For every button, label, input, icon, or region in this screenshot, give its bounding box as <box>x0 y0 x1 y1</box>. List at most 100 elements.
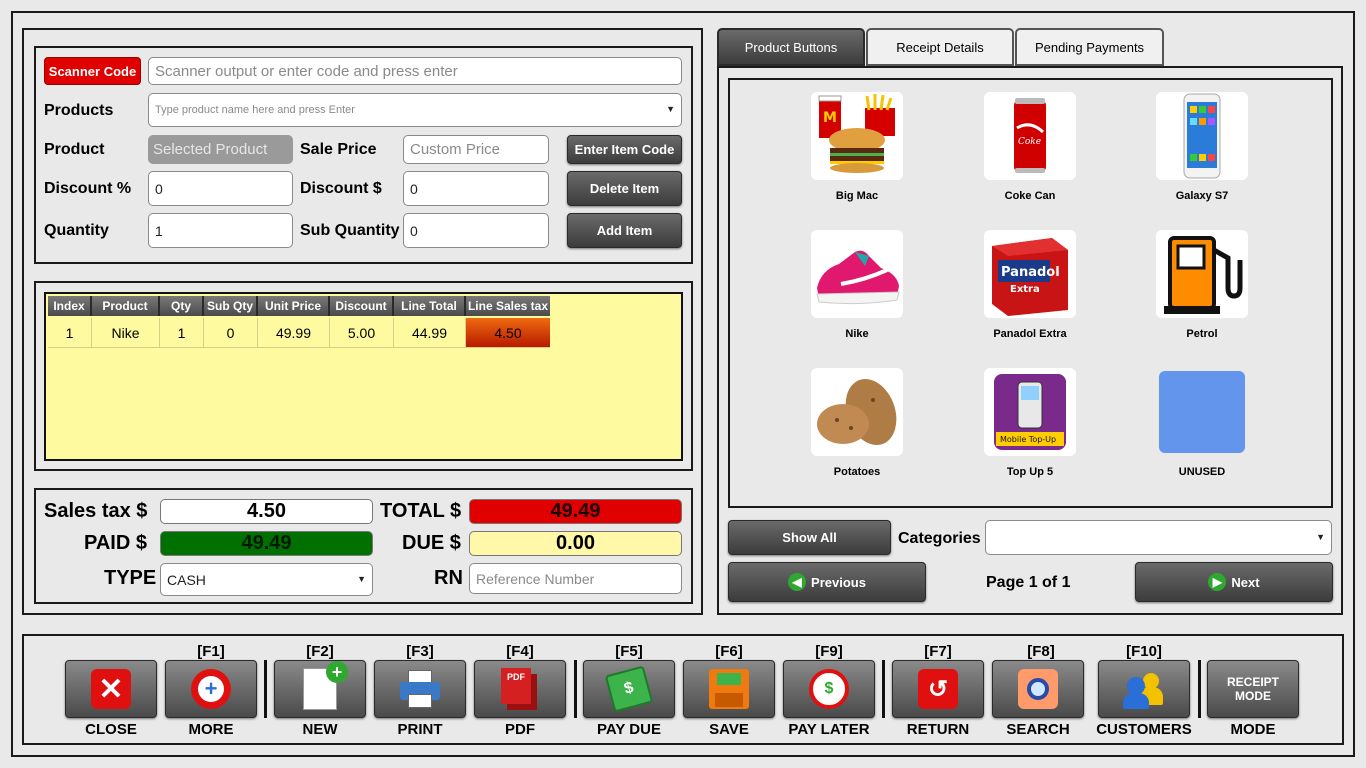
col-header[interactable]: Line Sales tax <box>466 296 550 316</box>
more-button[interactable]: + <box>165 660 257 718</box>
due-value: 0.00 <box>469 531 682 556</box>
page-indicator: Page 1 of 1 <box>986 574 1071 591</box>
product-name: Coke Can <box>1004 190 1056 202</box>
burger-meal-icon: M <box>811 92 903 180</box>
f10-key-hint: [F10] <box>1126 643 1162 660</box>
tab-pending-payments[interactable]: Pending Payments <box>1015 28 1164 66</box>
close-button[interactable]: ✕ <box>65 660 157 718</box>
mode-caption: MODE <box>1230 721 1276 738</box>
product-name: Top Up 5 <box>1006 466 1054 478</box>
sale-price-label: Sale Price <box>300 141 377 158</box>
sneaker-icon <box>811 230 903 318</box>
cell-line-sales-tax: 4.50 <box>466 318 550 348</box>
next-button[interactable]: ▶ Next <box>1135 562 1333 602</box>
scanner-code-label: Scanner Code <box>48 63 137 79</box>
arrow-right-icon: ▶ <box>1208 573 1227 591</box>
pdf-caption: PDF <box>505 721 535 738</box>
save-icon <box>709 669 749 709</box>
col-header[interactable]: Line Total <box>394 296 466 316</box>
col-header[interactable]: Discount <box>330 296 394 316</box>
table-row[interactable]: 1 Nike 1 0 49.99 5.00 44.99 4.50 <box>48 318 550 348</box>
cell-line-total: 44.99 <box>394 318 466 348</box>
discount-amount-input[interactable]: 0 <box>403 171 549 206</box>
pay-due-button[interactable]: $ <box>583 660 675 718</box>
medicine-box-icon: Panadol Extra <box>984 230 1076 318</box>
pay-later-button[interactable]: $ <box>783 660 875 718</box>
soda-can-icon: Coke <box>984 92 1076 180</box>
product-name: Nike <box>845 328 869 340</box>
product-tile-petrol[interactable]: Petrol <box>1127 230 1277 350</box>
categories-label: Categories <box>898 530 981 547</box>
product-tile-nike[interactable]: Nike <box>782 230 932 350</box>
cell-product: Nike <box>92 318 160 348</box>
return-button[interactable]: ↺ <box>892 660 984 718</box>
cell-index: 1 <box>48 318 92 348</box>
col-header[interactable]: Product <box>92 296 160 316</box>
f9-key-hint: [F9] <box>815 643 843 660</box>
product-tile-big-mac[interactable]: M Big Mac <box>782 92 932 212</box>
col-header[interactable]: Index <box>48 296 92 316</box>
smartphone-icon <box>1156 92 1248 180</box>
f2-key-hint: [F2] <box>306 643 334 660</box>
add-item-button[interactable]: Add Item <box>567 213 682 248</box>
receipt-mode-button[interactable]: RECEIPT MODE <box>1207 660 1299 718</box>
svg-text:Coke: Coke <box>1018 137 1041 147</box>
pay-later-icon: $ <box>809 669 849 709</box>
products-combobox[interactable]: Type product name here and press Enter ▼ <box>148 93 682 127</box>
payment-type-select[interactable]: CASH ▼ <box>160 563 373 596</box>
tab-product-buttons[interactable]: Product Buttons <box>717 28 865 66</box>
product-tile-potatoes[interactable]: Potatoes <box>782 368 932 488</box>
col-header[interactable]: Qty <box>160 296 204 316</box>
search-button[interactable] <box>992 660 1084 718</box>
scanner-code-button[interactable]: Scanner Code <box>44 57 141 85</box>
delete-item-button[interactable]: Delete Item <box>567 171 682 206</box>
sales-tax-label: Sales tax $ <box>44 500 148 522</box>
enter-item-code-button[interactable]: Enter Item Code <box>567 135 682 164</box>
chevron-down-icon: ▼ <box>1316 532 1325 542</box>
customers-button[interactable] <box>1098 660 1190 718</box>
f1-key-hint: [F1] <box>197 643 225 660</box>
rn-label: RN <box>434 567 463 589</box>
f8-key-hint: [F8] <box>1027 643 1055 660</box>
pdf-icon: PDF <box>501 668 539 710</box>
svg-text:Extra: Extra <box>1010 284 1040 295</box>
new-document-icon: + <box>303 661 348 710</box>
reference-number-input[interactable]: Reference Number <box>469 563 682 594</box>
arrow-left-icon: ◀ <box>788 573 807 591</box>
customers-icon <box>1123 669 1165 709</box>
categories-select[interactable]: ▼ <box>985 520 1332 555</box>
print-button[interactable] <box>374 660 466 718</box>
svg-text:Mobile Top-Up: Mobile Top-Up <box>1000 435 1056 444</box>
product-name: UNUSED <box>1178 466 1226 478</box>
sub-quantity-input[interactable]: 0 <box>403 213 549 248</box>
scanner-input[interactable]: Scanner output or enter code and press e… <box>148 57 682 85</box>
discount-percent-input[interactable]: 0 <box>148 171 293 206</box>
product-tile-coke-can[interactable]: Coke Coke Can <box>955 92 1105 212</box>
product-label: Product <box>44 141 105 158</box>
col-header[interactable]: Sub Qty <box>204 296 258 316</box>
previous-button[interactable]: ◀ Previous <box>728 562 926 602</box>
product-tile-panadol-extra[interactable]: Panadol Extra Panadol Extra <box>955 230 1105 350</box>
save-button[interactable] <box>683 660 775 718</box>
pay-due-icon: $ <box>604 665 654 713</box>
toolbar-divider <box>264 660 267 718</box>
printer-icon <box>400 670 440 708</box>
product-tile-galaxy-s7[interactable]: Galaxy S7 <box>1127 92 1277 212</box>
sub-quantity-label: Sub Quantity <box>300 222 400 239</box>
blank-tile-icon <box>1156 368 1248 456</box>
new-button[interactable]: + <box>274 660 366 718</box>
pdf-button[interactable]: PDF <box>474 660 566 718</box>
chevron-down-icon: ▼ <box>666 104 675 114</box>
tab-receipt-details[interactable]: Receipt Details <box>866 28 1014 66</box>
product-name: Potatoes <box>833 466 881 478</box>
quantity-label: Quantity <box>44 222 109 239</box>
product-tile-unused[interactable]: UNUSED <box>1127 368 1277 488</box>
product-tile-top-up-5[interactable]: Mobile Top-Up Top Up 5 <box>955 368 1105 488</box>
show-all-button[interactable]: Show All <box>728 520 891 555</box>
svg-text:M: M <box>823 110 837 126</box>
product-name: Petrol <box>1186 328 1218 340</box>
sale-price-input[interactable]: Custom Price <box>403 135 549 164</box>
more-icon: + <box>191 669 231 709</box>
col-header[interactable]: Unit Price <box>258 296 330 316</box>
quantity-input[interactable]: 1 <box>148 213 293 248</box>
